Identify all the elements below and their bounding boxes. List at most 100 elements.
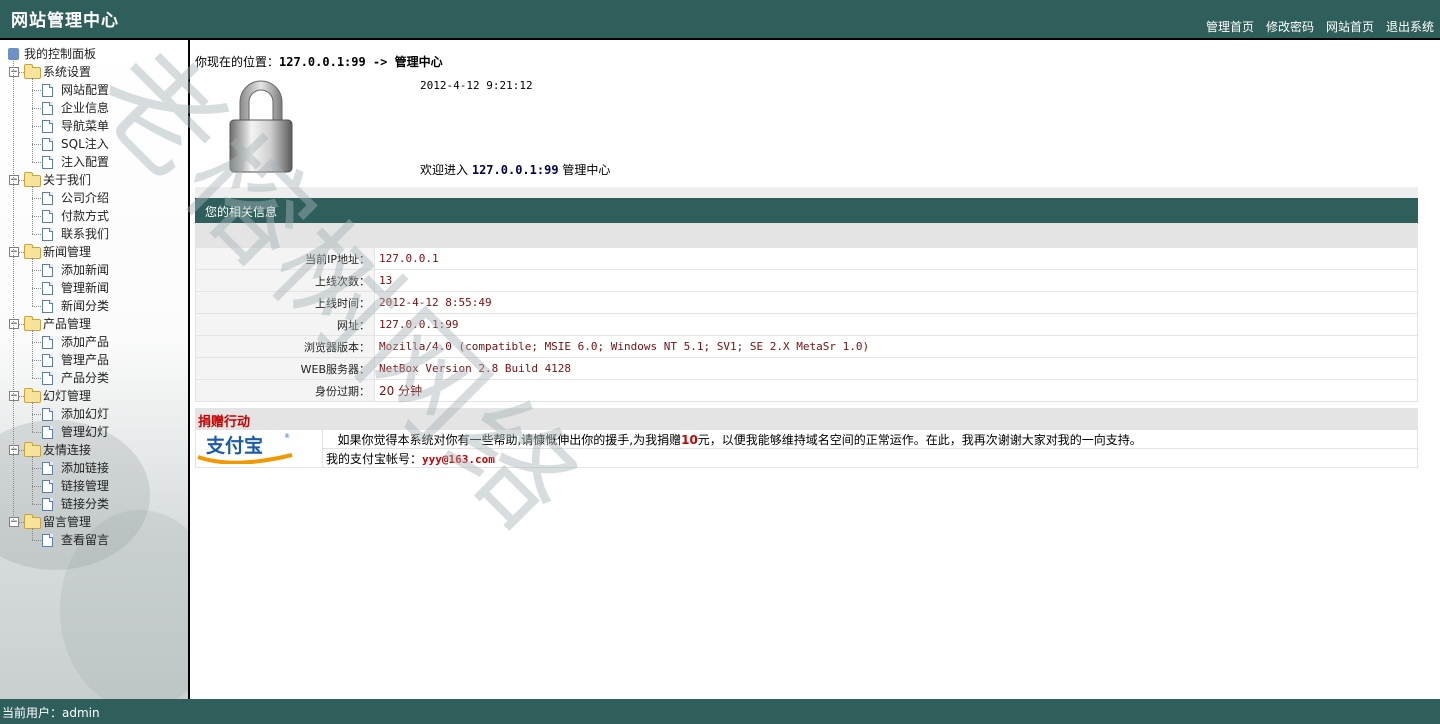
- page-icon: [42, 300, 53, 313]
- info-key: 网址：: [195, 313, 375, 336]
- info-key: 上线时间：: [195, 291, 375, 314]
- sidebar-group-2[interactable]: − 新闻管理: [0, 243, 186, 261]
- current-datetime: 2012-4-12 9:21:12: [420, 79, 533, 92]
- page-icon: [42, 156, 53, 169]
- sidebar-item[interactable]: 添加新闻: [0, 261, 186, 279]
- info-row: 身份过期： 20 分钟: [195, 379, 1418, 402]
- sidebar-item[interactable]: 公司介绍: [0, 189, 186, 207]
- sidebar-item[interactable]: 管理产品: [0, 351, 186, 369]
- sidebar-item-label: 新闻分类: [61, 299, 110, 313]
- donate-amount: 10: [681, 432, 698, 447]
- sidebar-item[interactable]: 链接管理: [0, 477, 186, 495]
- info-key: 当前IP地址：: [195, 247, 375, 270]
- tree-connector: [32, 486, 41, 487]
- info-row: 上线时间： 2012-4-12 8:55:49: [195, 291, 1418, 314]
- tree-connector: [32, 504, 41, 505]
- tree-connector: [32, 126, 41, 127]
- info-value: Mozilla/4.0 (compatible; MSIE 6.0; Windo…: [374, 335, 1418, 358]
- donate-title: 捐赠行动: [198, 415, 251, 430]
- tree-connector: [32, 540, 41, 541]
- tree-connector: [32, 186, 33, 234]
- sidebar-item[interactable]: 导航菜单: [0, 117, 186, 135]
- welcome-host: 127.0.0.1:99: [471, 163, 559, 177]
- welcome-prefix: 欢迎进入: [420, 163, 469, 177]
- sidebar-item[interactable]: 新闻分类: [0, 297, 186, 315]
- sidebar-item[interactable]: 管理幻灯: [0, 423, 186, 441]
- page-icon: [42, 264, 53, 277]
- page-icon: [42, 228, 53, 241]
- page-icon: [42, 534, 53, 547]
- info-row: 网址： 127.0.0.1:99: [195, 313, 1418, 336]
- sidebar-item[interactable]: 链接分类: [0, 495, 186, 513]
- page-icon: [42, 192, 53, 205]
- tree-connector: [32, 144, 41, 145]
- tree-connector: [32, 468, 41, 469]
- page-icon: [42, 372, 53, 385]
- nav-change-password-link[interactable]: 修改密码: [1266, 18, 1314, 35]
- sidebar-item-label: 企业信息: [61, 101, 110, 115]
- sidebar-item[interactable]: 管理新闻: [0, 279, 186, 297]
- info-row: WEB服务器： NetBox Version 2.8 Build 4128: [195, 357, 1418, 380]
- tree-connector: [32, 90, 41, 91]
- nav-logout-link[interactable]: 退出系统: [1386, 18, 1434, 35]
- header-bar: 网站管理中心 管理首页 修改密码 网站首页 退出系统: [0, 0, 1440, 40]
- sidebar-item[interactable]: 添加链接: [0, 459, 186, 477]
- top-nav: 管理首页 修改密码 网站首页 退出系统: [1206, 18, 1434, 35]
- sidebar-group-label: 友情连接: [43, 443, 92, 457]
- tree-connector: [32, 234, 41, 235]
- sidebar-root[interactable]: 我的控制面板: [0, 45, 186, 63]
- sidebar-item[interactable]: 添加产品: [0, 333, 186, 351]
- sidebar-item-label: 注入配置: [61, 155, 110, 169]
- info-key: WEB服务器：: [195, 357, 375, 380]
- section-spacer: [195, 187, 1418, 198]
- alipay-account-value: yyy@163.com: [422, 452, 495, 466]
- sidebar-group-4[interactable]: − 幻灯管理: [0, 387, 186, 405]
- info-key: 身份过期：: [195, 379, 375, 402]
- sidebar-group-label: 新闻管理: [43, 245, 92, 259]
- current-user: 当前用户：admin: [2, 706, 100, 720]
- sidebar-item[interactable]: 付款方式: [0, 207, 186, 225]
- info-subheader: [195, 223, 1418, 247]
- sidebar-item[interactable]: 注入配置: [0, 153, 186, 171]
- tree-connector: [32, 288, 41, 289]
- sidebar-item[interactable]: SQL注入: [0, 135, 186, 153]
- tree-connector: [32, 402, 33, 432]
- user-info-table: 当前IP地址： 127.0.0.1 上线次数： 13 上线时间： 2012-4-12 8:…: [195, 247, 1418, 402]
- sidebar-item-label: 查看留言: [61, 533, 110, 547]
- welcome-suffix: 管理中心: [562, 163, 611, 177]
- sidebar-group-0[interactable]: − 系统设置: [0, 63, 186, 81]
- page-icon: [42, 462, 53, 475]
- sidebar-item[interactable]: 网站配置: [0, 81, 186, 99]
- sidebar-group-5[interactable]: − 友情连接: [0, 441, 186, 459]
- sidebar-group-1[interactable]: − 关于我们: [0, 171, 186, 189]
- nav-site-home-link[interactable]: 网站首页: [1326, 18, 1374, 35]
- sidebar-item[interactable]: 添加幻灯: [0, 405, 186, 423]
- sidebar-item-label: 管理新闻: [61, 281, 110, 295]
- tree-connector: [32, 78, 33, 162]
- page-icon: [42, 210, 53, 223]
- footer-bar: 当前用户：admin: [0, 699, 1440, 724]
- sidebar-group-6[interactable]: − 留言管理: [0, 513, 186, 531]
- tree-connector: [32, 342, 41, 343]
- tree-connector: [32, 258, 33, 306]
- sidebar-item-label: 链接管理: [61, 479, 110, 493]
- info-value: 2012-4-12 8:55:49: [374, 291, 1418, 314]
- sidebar-item-label: 联系我们: [61, 227, 110, 241]
- tree-connector: [32, 378, 41, 379]
- sidebar-item[interactable]: 联系我们: [0, 225, 186, 243]
- page-icon: [42, 498, 53, 511]
- info-key: 上线次数：: [195, 269, 375, 292]
- page-icon: [42, 408, 53, 421]
- alipay-logo: 支付宝 ®: [197, 433, 293, 465]
- info-section-header: 您的相关信息: [195, 198, 1418, 223]
- info-row: 上线次数： 13: [195, 269, 1418, 292]
- sidebar-group-3[interactable]: − 产品管理: [0, 315, 186, 333]
- tree-connector: [32, 270, 41, 271]
- sidebar-item-label: 管理产品: [61, 353, 110, 367]
- sidebar-item[interactable]: 企业信息: [0, 99, 186, 117]
- sidebar-item-label: 添加幻灯: [61, 407, 110, 421]
- sidebar-item[interactable]: 产品分类: [0, 369, 186, 387]
- sidebar-item-label: 添加链接: [61, 461, 110, 475]
- nav-admin-home-link[interactable]: 管理首页: [1206, 18, 1254, 35]
- sidebar-item[interactable]: 查看留言: [0, 531, 186, 549]
